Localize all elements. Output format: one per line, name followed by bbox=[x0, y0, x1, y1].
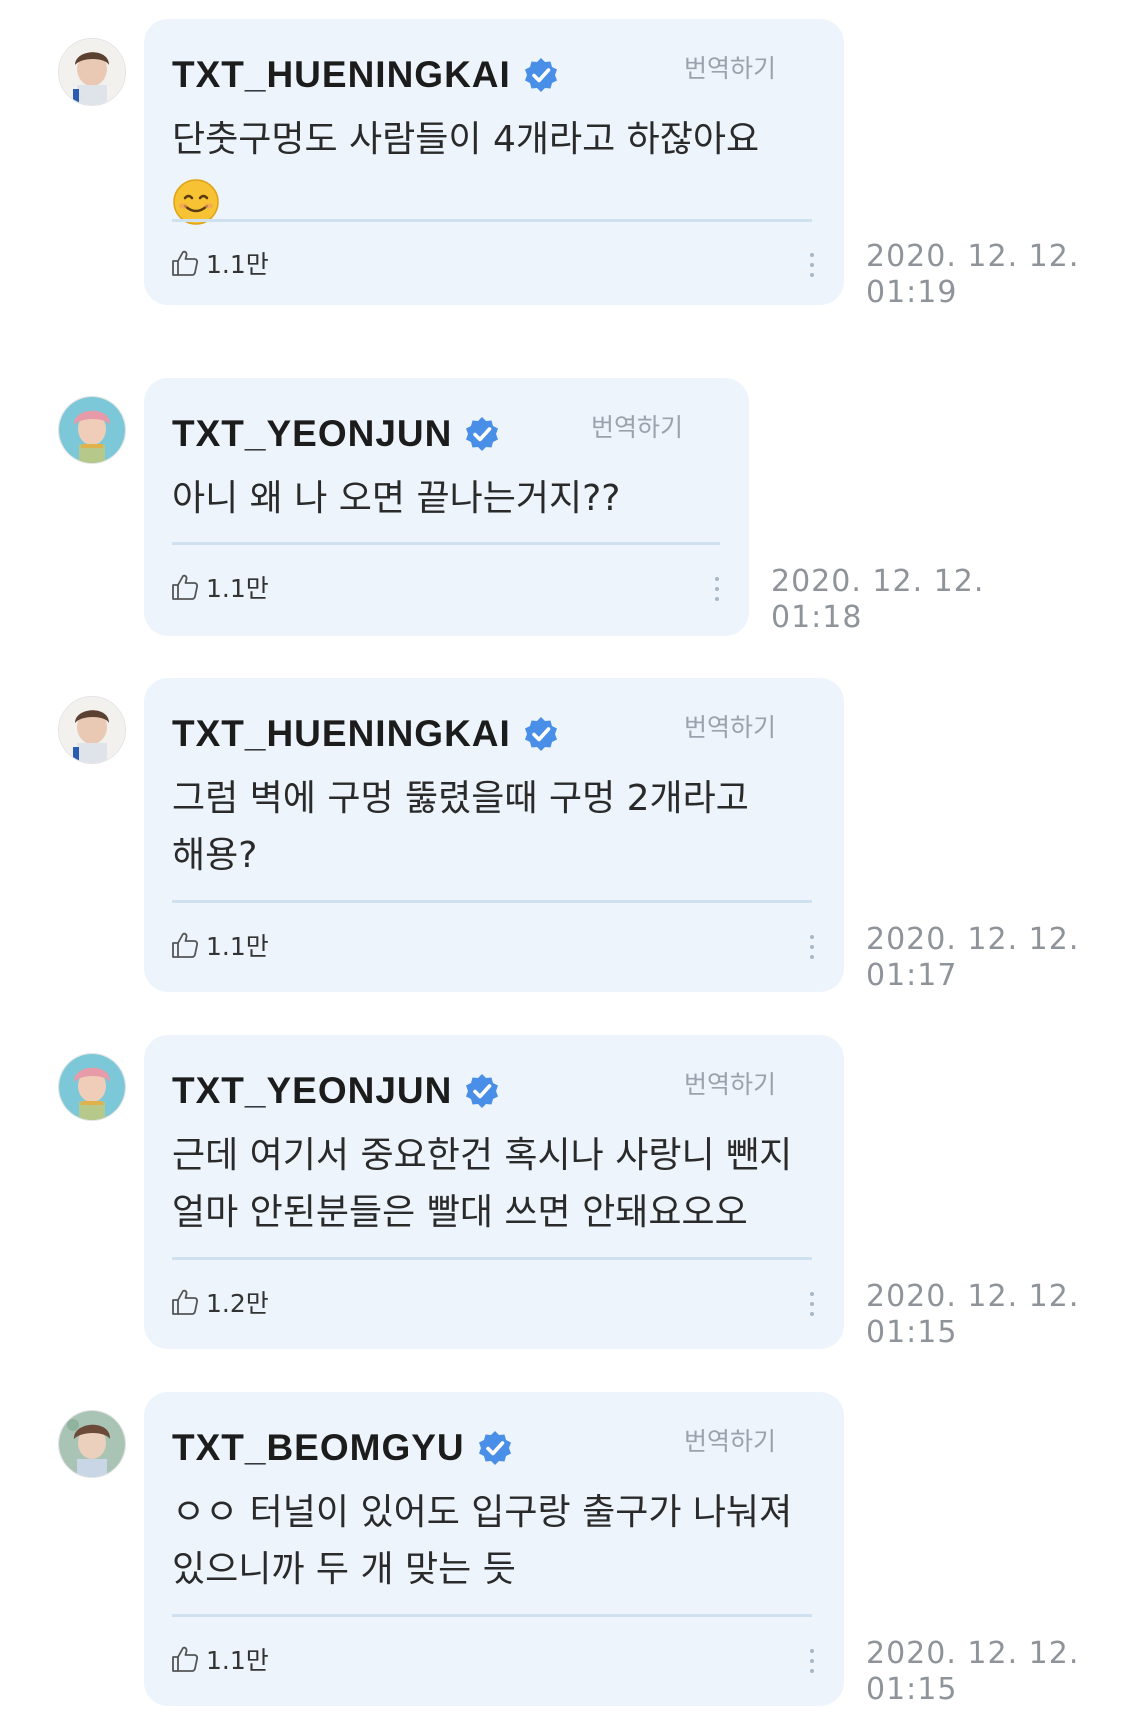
timestamp: 2020. 12. 12. 01:17 bbox=[866, 922, 1079, 994]
translate-button[interactable]: 번역하기 bbox=[684, 1422, 776, 1458]
like-count: 1.1만 bbox=[206, 932, 269, 961]
comment-bubble: TXT_HUENINGKAI 번역하기 그럼 벽에 구멍 뚫렸을때 구멍 2개라… bbox=[144, 678, 844, 992]
like-button[interactable]: 1.1만 bbox=[170, 1641, 269, 1677]
like-count: 1.1만 bbox=[206, 250, 269, 279]
comment-body: 그럼 벽에 구멍 뚫렸을때 구멍 2개라고 해용? bbox=[172, 778, 749, 876]
timestamp-date: 2020. 12. 12. bbox=[866, 922, 1080, 957]
comment-header: TXT_HUENINGKAI bbox=[172, 712, 559, 756]
comment-header: TXT_HUENINGKAI bbox=[172, 53, 559, 97]
thumbs-up-icon bbox=[170, 930, 200, 960]
verified-icon bbox=[464, 416, 500, 452]
translate-button[interactable]: 번역하기 bbox=[684, 1065, 776, 1101]
like-count: 1.1만 bbox=[206, 1646, 269, 1675]
avatar[interactable] bbox=[58, 38, 126, 106]
more-options-icon[interactable] bbox=[810, 1649, 816, 1673]
comment-bubble: TXT_HUENINGKAI 번역하기 단춧구멍도 사람들이 4개라고 하잖아요… bbox=[144, 19, 844, 305]
timestamp-time: 01:18 bbox=[771, 600, 863, 635]
comment-body: 아니 왜 나 오면 끝나는거지?? bbox=[172, 478, 621, 519]
comment-bubble: TXT_YEONJUN 번역하기 근데 여기서 중요한건 혹시나 사랑니 뺀지 … bbox=[144, 1035, 844, 1349]
more-options-icon[interactable] bbox=[810, 935, 816, 959]
like-button[interactable]: 1.1만 bbox=[170, 245, 269, 281]
timestamp: 2020. 12. 12. 01:18 bbox=[771, 564, 984, 636]
comment-bubble: TXT_YEONJUN 번역하기 아니 왜 나 오면 끝나는거지?? 1.1만 bbox=[144, 378, 749, 636]
avatar[interactable] bbox=[58, 1053, 126, 1121]
translate-button[interactable]: 번역하기 bbox=[591, 408, 683, 444]
translate-button[interactable]: 번역하기 bbox=[684, 708, 776, 744]
username[interactable]: TXT_YEONJUN bbox=[172, 413, 452, 455]
timestamp: 2020. 12. 12. 01:15 bbox=[866, 1636, 1079, 1708]
avatar[interactable] bbox=[58, 696, 126, 764]
comment-body: 단춧구멍도 사람들이 4개라고 하잖아요 bbox=[172, 119, 760, 160]
comment-text: 그럼 벽에 구멍 뚫렸을때 구멍 2개라고 해용? bbox=[172, 770, 808, 884]
divider bbox=[172, 1614, 812, 1617]
comment-text: 단춧구멍도 사람들이 4개라고 하잖아요 bbox=[172, 111, 808, 226]
comment-text: 아니 왜 나 오면 끝나는거지?? bbox=[172, 470, 713, 527]
timestamp-date: 2020. 12. 12. bbox=[866, 1636, 1080, 1671]
verified-icon bbox=[464, 1073, 500, 1109]
more-options-icon[interactable] bbox=[715, 577, 721, 601]
timestamp-date: 2020. 12. 12. bbox=[771, 564, 985, 599]
like-button[interactable]: 1.1만 bbox=[170, 569, 269, 605]
thumbs-up-icon bbox=[170, 1287, 200, 1317]
thumbs-up-icon bbox=[170, 248, 200, 278]
avatar[interactable] bbox=[58, 396, 126, 464]
timestamp-time: 01:19 bbox=[866, 275, 958, 310]
username[interactable]: TXT_YEONJUN bbox=[172, 1070, 452, 1112]
comment-header: TXT_BEOMGYU bbox=[172, 1426, 513, 1470]
more-options-icon[interactable] bbox=[810, 1292, 816, 1316]
username[interactable]: TXT_BEOMGYU bbox=[172, 1427, 465, 1469]
like-count: 1.1만 bbox=[206, 574, 269, 603]
timestamp: 2020. 12. 12. 01:15 bbox=[866, 1279, 1079, 1351]
comment-body: 근데 여기서 중요한건 혹시나 사랑니 뺀지 얼마 안된분들은 빨대 쓰면 안돼… bbox=[172, 1135, 793, 1233]
comment-text: 근데 여기서 중요한건 혹시나 사랑니 뺀지 얼마 안된분들은 빨대 쓰면 안돼… bbox=[172, 1127, 808, 1241]
comment-body: ㅇㅇ 터널이 있어도 입구랑 출구가 나눠져 있으니까 두 개 맞는 듯 bbox=[172, 1492, 793, 1590]
username[interactable]: TXT_HUENINGKAI bbox=[172, 54, 511, 96]
timestamp-date: 2020. 12. 12. bbox=[866, 239, 1080, 274]
comment-bubble: TXT_BEOMGYU 번역하기 ㅇㅇ 터널이 있어도 입구랑 출구가 나눠져 … bbox=[144, 1392, 844, 1706]
timestamp-date: 2020. 12. 12. bbox=[866, 1279, 1080, 1314]
divider bbox=[172, 1257, 812, 1260]
thumbs-up-icon bbox=[170, 572, 200, 602]
username[interactable]: TXT_HUENINGKAI bbox=[172, 713, 511, 755]
timestamp: 2020. 12. 12. 01:19 bbox=[866, 239, 1079, 311]
timestamp-time: 01:15 bbox=[866, 1315, 958, 1350]
like-button[interactable]: 1.2만 bbox=[170, 1284, 269, 1320]
thumbs-up-icon bbox=[170, 1644, 200, 1674]
avatar[interactable] bbox=[58, 1410, 126, 1478]
verified-icon bbox=[477, 1430, 513, 1466]
more-options-icon[interactable] bbox=[810, 253, 816, 277]
like-button[interactable]: 1.1만 bbox=[170, 927, 269, 963]
divider bbox=[172, 900, 812, 903]
verified-icon bbox=[523, 57, 559, 93]
verified-icon bbox=[523, 716, 559, 752]
timestamp-time: 01:15 bbox=[866, 1672, 958, 1707]
divider bbox=[172, 542, 720, 545]
comment-text: ㅇㅇ 터널이 있어도 입구랑 출구가 나눠져 있으니까 두 개 맞는 듯 bbox=[172, 1484, 808, 1598]
comment-header: TXT_YEONJUN bbox=[172, 1069, 500, 1113]
timestamp-time: 01:17 bbox=[866, 958, 958, 993]
translate-button[interactable]: 번역하기 bbox=[684, 49, 776, 85]
comment-header: TXT_YEONJUN bbox=[172, 412, 500, 456]
divider bbox=[172, 219, 812, 222]
like-count: 1.2만 bbox=[206, 1289, 269, 1318]
